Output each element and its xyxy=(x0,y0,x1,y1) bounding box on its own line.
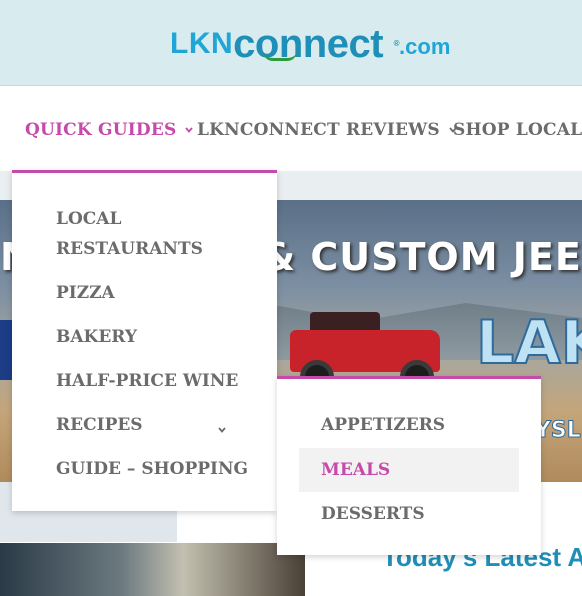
dropdown-item-half-price-wine[interactable]: HALF-PRICE WINE xyxy=(56,366,256,396)
nav-item-shop-local[interactable]: SHOP LOCAL xyxy=(453,120,582,140)
hero-lake-text: LAK xyxy=(475,307,582,379)
chevron-down-icon xyxy=(218,427,226,433)
dropdown-item-bakery[interactable]: BAKERY xyxy=(56,322,256,352)
quick-guides-dropdown: LOCAL RESTAURANTS PIZZA BAKERY HALF-PRIC… xyxy=(12,170,277,511)
logo-registered-mark: ® xyxy=(393,39,400,48)
logo-connect-text: connect xyxy=(233,22,384,66)
submenu-item-meals[interactable]: MEALS xyxy=(321,458,390,482)
nav-item-lknconnect-reviews[interactable]: LKNCONNECT REVIEWS xyxy=(197,120,458,140)
nav-item-label: LKNCONNECT REVIEWS xyxy=(197,120,440,140)
nav-item-label: QUICK GUIDES xyxy=(25,120,177,140)
nav-item-label: SHOP LOCAL xyxy=(453,120,582,140)
hero-sub-text: YSL xyxy=(535,418,582,444)
dropdown-item-local-restaurants[interactable]: LOCAL RESTAURANTS xyxy=(56,204,256,264)
logo-lkn: LKN xyxy=(170,27,234,60)
hero-title: & CUSTOM JEEPS I xyxy=(262,235,582,279)
logo-swoosh-icon xyxy=(263,51,298,61)
logo-connect: connect ® xyxy=(233,24,399,64)
article-thumbnail[interactable] xyxy=(0,543,305,596)
dropdown-item-guide-shopping[interactable]: GUIDE – SHOPPING xyxy=(56,454,256,484)
submenu-item-desserts[interactable]: DESSERTS xyxy=(321,502,425,526)
site-logo[interactable]: LKN connect ® .com xyxy=(170,20,450,64)
main-nav: QUICK GUIDES LKNCONNECT REVIEWS SHOP LOC… xyxy=(0,87,582,171)
dropdown-item-pizza[interactable]: PIZZA xyxy=(56,278,256,308)
logo-dotcom: .com xyxy=(399,34,451,59)
nav-item-quick-guides[interactable]: QUICK GUIDES xyxy=(25,120,194,140)
submenu-item-appetizers[interactable]: APPETIZERS xyxy=(321,413,445,437)
chevron-down-icon xyxy=(185,127,194,133)
recipes-submenu: APPETIZERS MEALS DESSERTS xyxy=(277,376,541,555)
site-header: LKN connect ® .com xyxy=(0,0,582,86)
